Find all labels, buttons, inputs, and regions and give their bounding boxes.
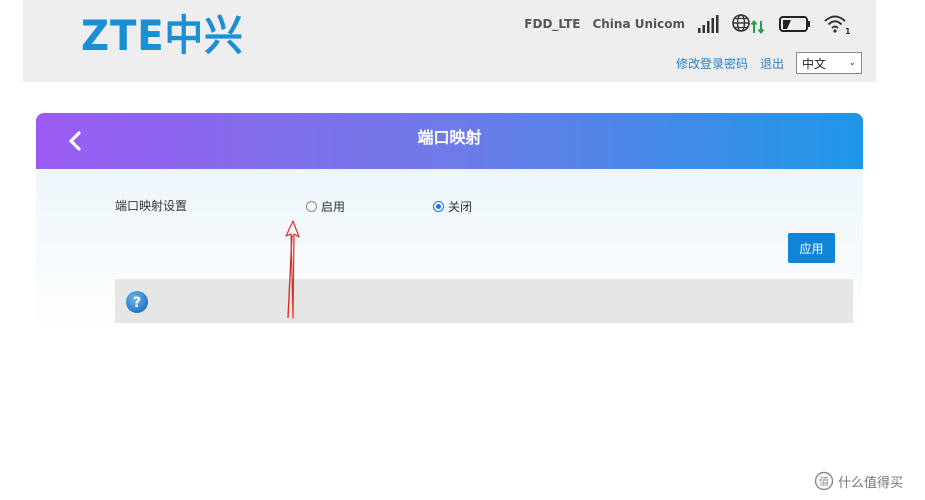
apply-button[interactable]: 应用 — [788, 233, 835, 263]
port-mapping-panel: 端口映射 端口映射设置 启用 关闭 应用 ? — [36, 113, 863, 333]
watermark-logo-icon: 值 — [814, 471, 834, 491]
help-icon-glyph: ? — [133, 295, 141, 311]
zte-logo: ZTE中兴 — [81, 11, 244, 60]
panel-header: 端口映射 — [36, 113, 863, 169]
header-links: 修改登录密码 退出 中文 ⌄ — [676, 52, 862, 74]
chevron-down-icon: ⌄ — [848, 58, 856, 68]
disable-radio[interactable] — [433, 201, 444, 212]
port-mapping-setting-label: 端口映射设置 — [115, 199, 188, 213]
enable-radio[interactable] — [306, 201, 317, 212]
language-select[interactable]: 中文 ⌄ — [796, 52, 862, 74]
header: ZTE中兴 FDD_LTE China Unicom 1 修改登录密码 退出 中… — [23, 0, 876, 82]
change-password-link[interactable]: 修改登录密码 — [676, 55, 748, 72]
disable-radio-option[interactable]: 关闭 — [433, 198, 472, 215]
help-icon[interactable]: ? — [125, 290, 149, 318]
enable-radio-option[interactable]: 启用 — [306, 198, 345, 215]
panel-title: 端口映射 — [417, 128, 482, 147]
battery-icon — [779, 14, 811, 34]
annotation-arrow-icon — [285, 220, 300, 319]
wifi-icon: 1 — [823, 13, 851, 35]
carrier-name: China Unicom — [592, 17, 685, 31]
watermark-text: 什么值得买 — [838, 475, 904, 491]
panel-body: 端口映射设置 启用 关闭 应用 ? — [36, 169, 863, 333]
network-type: FDD_LTE — [524, 17, 581, 31]
logout-link[interactable]: 退出 — [760, 55, 784, 72]
signal-icon — [697, 14, 719, 34]
disable-label: 关闭 — [448, 200, 473, 214]
watermark: 值 什么值得买 — [814, 471, 903, 491]
enable-label: 启用 — [321, 200, 346, 214]
help-bar: ? — [115, 279, 853, 323]
wifi-count: 1 — [845, 27, 851, 35]
watermark-logo-glyph: 值 — [819, 475, 829, 488]
globe-data-icon — [731, 13, 767, 35]
language-value: 中文 — [802, 56, 827, 71]
status-bar: FDD_LTE China Unicom 1 — [524, 12, 851, 36]
